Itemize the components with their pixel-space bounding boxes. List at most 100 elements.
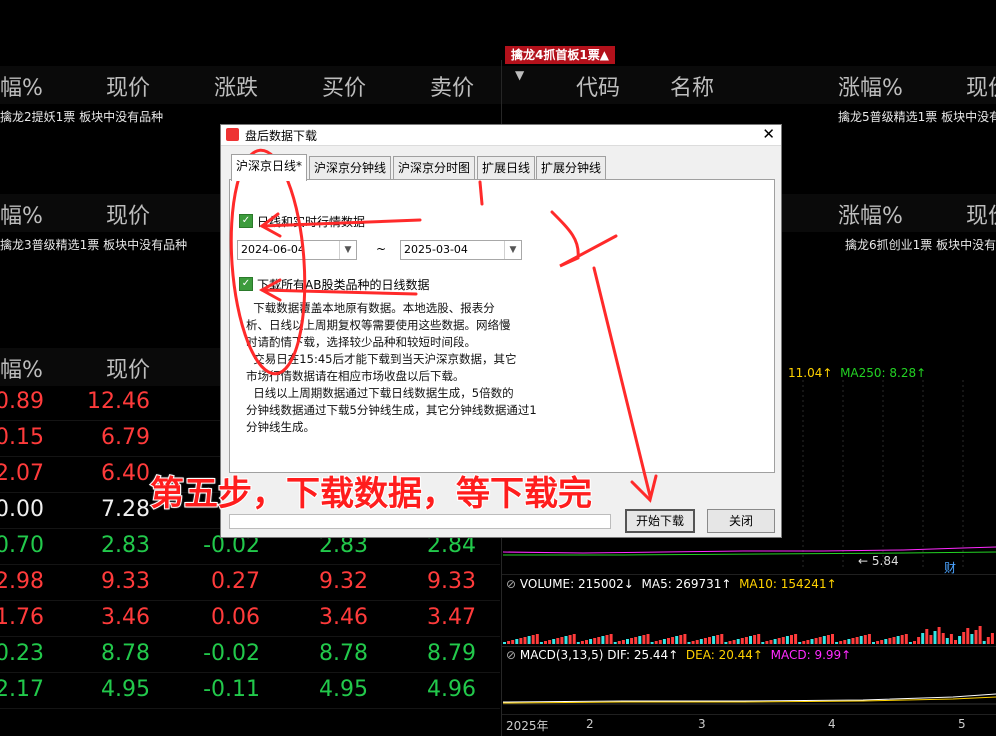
- volume-bar: [978, 626, 982, 644]
- table-row[interactable]: 2.98 9.33 0.27 9.32 9.33: [0, 564, 500, 601]
- cell-ask: 4.96: [427, 677, 476, 702]
- volume-bar: [949, 634, 953, 644]
- tab-ext-daily[interactable]: 扩展日线: [477, 156, 536, 179]
- cell-price: 12.46: [87, 389, 150, 414]
- col-pct[interactable]: 幅%: [0, 70, 43, 102]
- volume-bar: [908, 642, 912, 644]
- volume-bar: [876, 641, 880, 644]
- col-name[interactable]: 名称: [670, 70, 714, 102]
- daily-checkbox[interactable]: ✓: [239, 214, 253, 228]
- volume-bar: [732, 640, 736, 644]
- volume-bar: [630, 638, 634, 644]
- volume-bar: [790, 635, 793, 644]
- top-tab-badge[interactable]: 擒龙4抓首板1票▲: [505, 46, 615, 64]
- col-price-right[interactable]: 现价: [966, 198, 996, 230]
- volume-chart: [503, 626, 994, 644]
- volume-bar: [515, 639, 519, 644]
- volume-bar: [941, 633, 945, 644]
- chevron-down-icon[interactable]: ▼: [339, 241, 356, 259]
- col-pct-right[interactable]: 涨幅%: [838, 198, 903, 230]
- volume-bar: [613, 642, 617, 644]
- ab-shares-checkbox-label: 下载所有AB股类品种的日线数据: [257, 278, 430, 292]
- ab-shares-checkbox[interactable]: ✓: [239, 277, 253, 291]
- collapse-icon[interactable]: ⊘: [506, 577, 516, 591]
- col-price[interactable]: 现价: [106, 198, 150, 230]
- volume-bar: [818, 637, 822, 644]
- volume-bar: [646, 634, 650, 644]
- volume-bar: [580, 641, 584, 644]
- tab-ext-minute[interactable]: 扩展分钟线: [536, 156, 607, 179]
- volume-bar: [929, 635, 933, 644]
- close-icon[interactable]: ✕: [762, 125, 775, 143]
- volume-bar: [937, 627, 941, 644]
- description-line: 日线以上周期数据通过下载日线数据生成，5倍数的: [246, 386, 514, 400]
- table-row[interactable]: 0.23 8.78 -0.02 8.78 8.79: [0, 636, 500, 673]
- start-date-picker[interactable]: 2024-06-04 ▼: [237, 240, 357, 260]
- cell-price: 6.40: [101, 461, 150, 486]
- macd-name: MACD(3,13,5): [519, 648, 604, 662]
- macd-value: MACD: 9.99↑: [770, 648, 852, 662]
- table-row[interactable]: 1.76 3.46 0.06 3.46 3.47: [0, 600, 500, 637]
- volume-bar: [605, 635, 609, 644]
- volume-bar: [503, 642, 506, 644]
- dialog-title: 盘后数据下载: [245, 129, 318, 143]
- description-line: 市场行情数据请在相应市场收盘以后下载。: [246, 369, 465, 383]
- volume-bar: [913, 641, 916, 644]
- cell-pct: 0.00: [0, 497, 44, 522]
- tab-panel: ✓ 日线和实时行情数据 2024-06-04 ▼ ~ 2025-03-04 ▼ …: [229, 179, 775, 473]
- cell-price: 9.33: [101, 569, 150, 594]
- end-date-picker[interactable]: 2025-03-04 ▼: [400, 240, 522, 260]
- volume-bar: [990, 633, 994, 644]
- volume-bar: [597, 637, 601, 644]
- tab-minute[interactable]: 沪深京分钟线: [309, 156, 392, 179]
- close-button[interactable]: 关闭: [707, 509, 775, 533]
- col-bid[interactable]: 买价: [322, 70, 366, 102]
- volume-bar: [626, 639, 629, 644]
- col-pct[interactable]: 幅%: [0, 198, 43, 230]
- volume-bar: [527, 636, 531, 644]
- volume-bar: [974, 630, 978, 644]
- col-price[interactable]: 现价: [106, 70, 150, 102]
- col-ask[interactable]: 卖价: [430, 70, 474, 102]
- volume-bar: [753, 635, 757, 644]
- cell-pct: 2.98: [0, 569, 44, 594]
- volume-bar: [851, 638, 855, 644]
- description-line: 分钟线数据通过下载5分钟线生成，其它分钟线数据通过1: [246, 403, 537, 417]
- volume-bar: [785, 636, 789, 644]
- cell-price: 8.78: [101, 641, 150, 666]
- col-change[interactable]: 涨跌: [214, 70, 258, 102]
- volume-bar: [699, 639, 703, 644]
- x-axis-label: 3: [698, 717, 706, 731]
- start-download-button[interactable]: 开始下载: [625, 509, 695, 533]
- col-code[interactable]: 代码: [576, 70, 620, 102]
- volume-bar: [675, 636, 679, 644]
- volume-bar: [962, 632, 966, 644]
- cell-pct: 0.70: [0, 533, 44, 558]
- dialog-titlebar[interactable]: 盘后数据下载 ✕: [221, 125, 781, 146]
- sort-down-icon[interactable]: ▼: [515, 68, 524, 82]
- volume-bar: [654, 641, 658, 644]
- volume-bar: [667, 638, 670, 644]
- date-separator: ~: [376, 242, 387, 256]
- col-pct[interactable]: 幅%: [0, 352, 43, 384]
- volume-bar: [900, 635, 904, 644]
- volume-bar: [638, 636, 642, 644]
- description-line: 下载数据覆盖本地原有数据。本地选股、报表分: [246, 301, 495, 315]
- cell-ask: 3.47: [427, 605, 476, 630]
- col-price[interactable]: 现价: [106, 352, 150, 384]
- cell-price: 3.46: [101, 605, 150, 630]
- table-row[interactable]: 2.17 4.95 -0.11 4.95 4.96: [0, 672, 500, 709]
- volume-bar: [535, 634, 539, 644]
- volume-bar: [814, 638, 818, 644]
- dif-value: DIF: 25.44↑: [607, 648, 679, 662]
- col-price-right[interactable]: 现价: [966, 70, 996, 102]
- tab-daily[interactable]: 沪深京日线*: [231, 154, 308, 181]
- tab-timeshare[interactable]: 沪深京分时图: [393, 156, 476, 179]
- volume-bar: [794, 634, 798, 644]
- app-logo-icon: [226, 128, 239, 141]
- cell-chg: -0.02: [203, 641, 260, 666]
- chevron-down-icon[interactable]: ▼: [504, 241, 521, 259]
- col-pct-right[interactable]: 涨幅%: [838, 70, 903, 102]
- cell-pct: 0.89: [0, 389, 44, 414]
- collapse-icon[interactable]: ⊘: [506, 648, 516, 662]
